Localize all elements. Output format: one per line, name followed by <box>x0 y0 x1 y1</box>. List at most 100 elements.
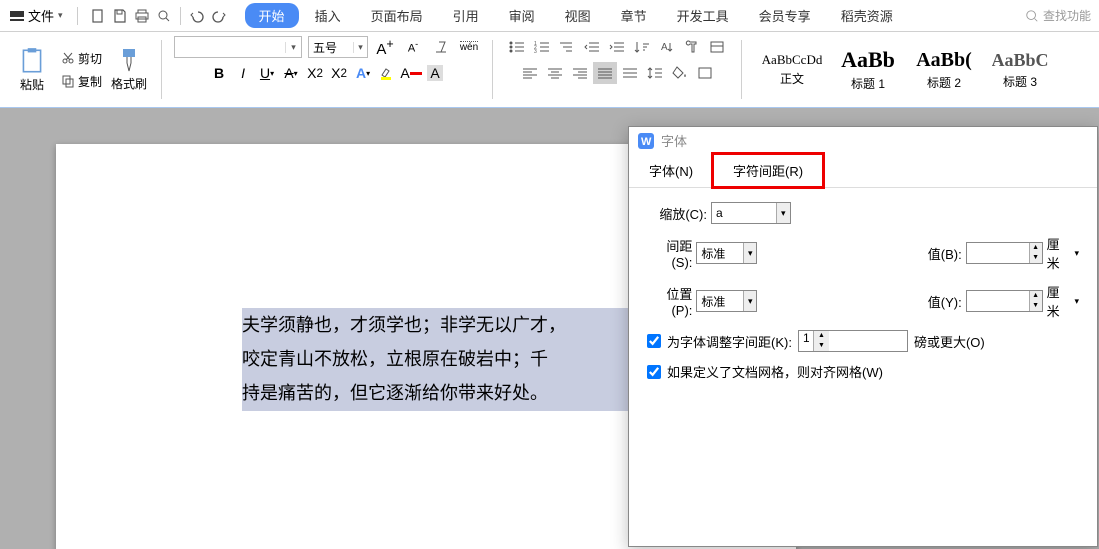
style-heading2[interactable]: AaBb( 标题 2 <box>906 49 982 91</box>
shrink-font-button[interactable]: A- <box>402 36 424 58</box>
multilevel-list-button[interactable] <box>555 36 579 58</box>
show-hide-button[interactable] <box>705 36 729 58</box>
chevron-down-icon[interactable]: ▾ <box>353 42 367 53</box>
search-icon <box>1025 9 1039 23</box>
save-icon[interactable] <box>110 6 130 26</box>
font-size-combo[interactable]: ▾ <box>308 36 368 58</box>
position-unit: 厘米 <box>1047 282 1071 320</box>
chevron-down-icon[interactable]: ▾ <box>743 291 757 311</box>
copy-button[interactable]: 复制 <box>58 71 105 92</box>
copy-icon <box>61 74 75 88</box>
scale-combo[interactable]: ▾ <box>711 202 791 224</box>
selected-text[interactable]: 夫学须静也，才须学也；非学无以广才， 咬定青山不放松，立根原在破岩中；千 持是痛… <box>242 308 682 411</box>
numbering-button[interactable]: 123 <box>530 36 554 58</box>
decrease-indent-button[interactable] <box>580 36 604 58</box>
spin-up-icon[interactable]: ▲ <box>814 331 829 341</box>
shading-button[interactable] <box>668 62 692 84</box>
sort-button[interactable] <box>630 36 654 58</box>
position-value-spin[interactable]: ▲▼ <box>966 290 1043 312</box>
tab-insert[interactable]: 插入 <box>301 2 355 29</box>
highlight-button[interactable] <box>376 62 398 84</box>
tab-char-spacing[interactable]: 字符间距(R) <box>713 154 823 187</box>
dialog-titlebar[interactable]: W 字体 <box>629 127 1097 154</box>
search-box[interactable]: 查找功能 <box>1025 7 1099 24</box>
print-icon[interactable] <box>132 6 152 26</box>
app-icon: W <box>637 132 655 150</box>
chevron-down-icon[interactable]: ▾ <box>776 203 790 223</box>
format-painter-button[interactable]: 格式刷 <box>109 47 149 92</box>
new-doc-icon[interactable] <box>88 6 108 26</box>
style-heading1[interactable]: AaBb 标题 1 <box>830 47 906 92</box>
tab-references[interactable]: 引用 <box>439 2 493 29</box>
subscript-button[interactable]: X2 <box>328 62 350 84</box>
spin-up-icon[interactable]: ▲ <box>1030 291 1042 301</box>
tab-developer[interactable]: 开发工具 <box>663 2 743 29</box>
paste-label: 粘贴 <box>20 76 44 93</box>
font-name-input[interactable] <box>175 40 285 54</box>
font-name-combo[interactable]: ▾ <box>174 36 302 58</box>
bullets-button[interactable] <box>505 36 529 58</box>
paragraph-mark-button[interactable] <box>680 36 704 58</box>
position-input[interactable] <box>697 291 743 311</box>
align-right-button[interactable] <box>568 62 592 84</box>
spacing-value-spin[interactable]: ▲▼ <box>966 242 1043 264</box>
tab-chapter[interactable]: 章节 <box>607 2 661 29</box>
font-color-button[interactable]: A <box>400 62 422 84</box>
font-dialog: W 字体 字体(N) 字符间距(R) 缩放(C): ▾ 间距(S): ▾ 值(B… <box>628 126 1098 547</box>
clear-format-button[interactable] <box>430 36 452 58</box>
paste-button[interactable]: 粘贴 <box>10 46 54 93</box>
cut-button[interactable]: 剪切 <box>58 48 105 69</box>
bold-button[interactable]: B <box>208 62 230 84</box>
strikethrough-button[interactable]: A▾ <box>280 62 302 84</box>
spacing-value-input[interactable] <box>967 243 1029 263</box>
position-value-input[interactable] <box>967 291 1029 311</box>
text-effects-button[interactable]: A▾ <box>352 62 374 84</box>
tab-resources[interactable]: 稻壳资源 <box>827 2 907 29</box>
dialog-tabs: 字体(N) 字符间距(R) <box>629 154 1097 188</box>
scale-input[interactable] <box>712 203 776 223</box>
font-size-input[interactable] <box>309 40 353 54</box>
align-center-button[interactable] <box>543 62 567 84</box>
spacing-combo[interactable]: ▾ <box>696 242 757 264</box>
style-heading3[interactable]: AaBbC 标题 3 <box>982 50 1058 90</box>
text-line: 夫学须静也，才须学也；非学无以广才， <box>242 308 682 342</box>
grid-align-checkbox[interactable] <box>647 365 661 379</box>
grow-font-button[interactable]: A+ <box>374 36 396 58</box>
redo-icon[interactable] <box>209 6 229 26</box>
tab-font[interactable]: 字体(N) <box>629 154 713 187</box>
spin-down-icon[interactable]: ▼ <box>814 341 829 351</box>
text-direction-button[interactable]: A <box>655 36 679 58</box>
spin-down-icon[interactable]: ▼ <box>1030 253 1042 263</box>
kerning-input[interactable] <box>799 331 813 345</box>
tab-page-layout[interactable]: 页面布局 <box>357 2 437 29</box>
kerning-spin[interactable]: ▲▼ <box>798 330 908 352</box>
undo-icon[interactable] <box>187 6 207 26</box>
kerning-checkbox[interactable] <box>647 334 661 348</box>
spin-up-icon[interactable]: ▲ <box>1030 243 1042 253</box>
superscript-button[interactable]: X2 <box>304 62 326 84</box>
tab-start[interactable]: 开始 <box>245 3 299 28</box>
align-left-button[interactable] <box>518 62 542 84</box>
italic-button[interactable]: I <box>232 62 254 84</box>
tab-member[interactable]: 会员专享 <box>745 2 825 29</box>
phonetic-guide-button[interactable]: wén <box>458 36 480 58</box>
increase-indent-button[interactable] <box>605 36 629 58</box>
tab-review[interactable]: 审阅 <box>495 2 549 29</box>
chevron-down-icon[interactable]: ▾ <box>285 42 301 53</box>
line-spacing-button[interactable] <box>643 62 667 84</box>
chevron-down-icon[interactable]: ▾ <box>743 243 757 263</box>
position-label: 位置(P): <box>647 284 692 318</box>
distribute-button[interactable] <box>618 62 642 84</box>
spin-down-icon[interactable]: ▼ <box>1030 301 1042 311</box>
underline-button[interactable]: U▾ <box>256 62 278 84</box>
quick-access-toolbar <box>82 6 235 26</box>
position-combo[interactable]: ▾ <box>696 290 757 312</box>
file-menu[interactable]: 文件 ▾ <box>0 0 73 31</box>
spacing-input[interactable] <box>697 243 743 263</box>
tab-view[interactable]: 视图 <box>551 2 605 29</box>
print-preview-icon[interactable] <box>154 6 174 26</box>
align-justify-button[interactable] <box>593 62 617 84</box>
character-shading-button[interactable]: A <box>424 62 446 84</box>
borders-button[interactable] <box>693 62 717 84</box>
style-normal[interactable]: AaBbCcDd 正文 <box>754 52 830 87</box>
